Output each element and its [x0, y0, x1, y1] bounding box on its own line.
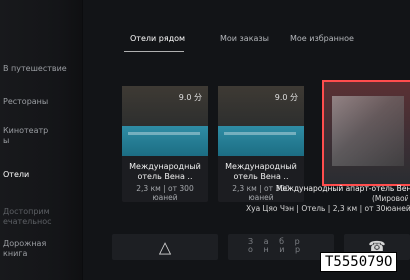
selected-hotel-meta-line1: (Мировой	[372, 194, 408, 203]
top-tabs: Отели рядом Мои заказы Мое избранное	[112, 24, 410, 54]
hotel-image: 9.0 分	[218, 86, 304, 156]
sidebar-item-cinemas[interactable]: Кинотеатр ы	[0, 126, 82, 146]
navigation-triangle-icon: △	[158, 237, 172, 257]
tab-hotels-nearby[interactable]: Отели рядом	[130, 34, 185, 43]
book-button-label: З а б р о н и р	[248, 237, 305, 254]
selected-hotel-meta-line2: Хуа Цяо Чэн | Отель | 2,3 км | от 30юане…	[246, 204, 410, 213]
hotel-room-image	[332, 96, 404, 166]
navigate-button[interactable]: △	[112, 234, 218, 260]
hotel-meta: 2,3 км | от 300 юаней	[136, 184, 194, 202]
selected-hotel-card[interactable]	[322, 80, 410, 186]
hotel-name: Международный отель Вена ..	[129, 162, 201, 181]
sidebar-item-restaurants[interactable]: Рестораны	[0, 97, 82, 107]
hotel-image: 9.0 分	[122, 86, 208, 156]
hotel-name: Международный отель Вена ..	[225, 162, 297, 181]
tab-favorites[interactable]: Мое избранное	[290, 34, 354, 43]
pool-image-area	[218, 126, 304, 156]
hotel-rating: 9.0 分	[178, 93, 202, 102]
selected-hotel-name: Международный апарт-отель Вена	[276, 184, 410, 193]
pool-image-area	[122, 126, 208, 156]
book-button[interactable]: З а б р о н и р	[228, 234, 334, 260]
sidebar-item-attractions[interactable]: Достоприм ечательнос	[0, 207, 82, 227]
sidebar-item-hotels[interactable]: Отели	[0, 170, 82, 180]
hotel-card[interactable]: 9.0 分 Международный отель Вена .. 2,3 км…	[122, 86, 208, 202]
sidebar-item-travel-book[interactable]: Дорожная книга	[0, 239, 82, 259]
overlay-code-label: T555079O	[320, 252, 398, 272]
tab-active-underline	[124, 51, 184, 52]
sidebar-divider	[82, 0, 83, 280]
tab-my-orders[interactable]: Мои заказы	[220, 34, 269, 43]
sidebar-item-travel[interactable]: В путешествие	[0, 64, 82, 74]
hotel-rating: 9.0 分	[274, 93, 298, 102]
